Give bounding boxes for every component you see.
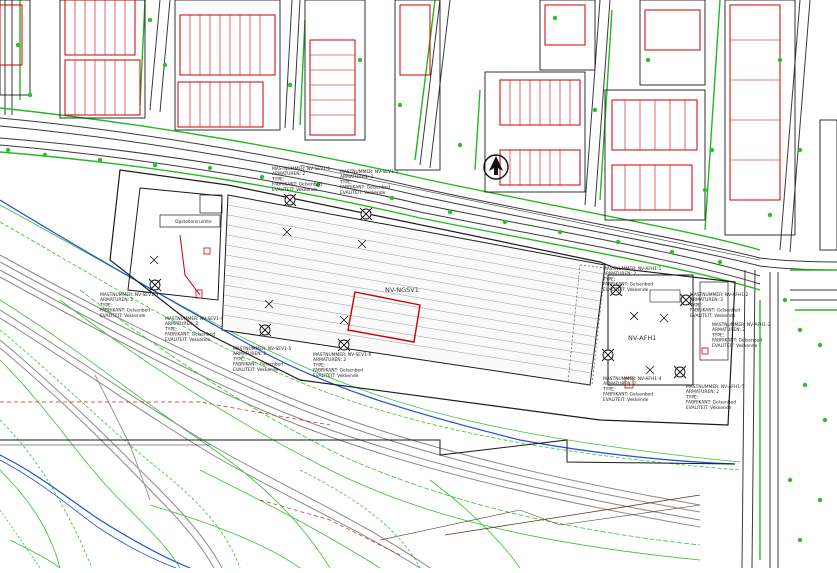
pole-icon xyxy=(673,365,687,379)
site-plan: Opstellersruimte NV-NGSV1 NV-AFH1 MASTNU… xyxy=(0,0,837,569)
cadastral-line xyxy=(0,401,401,556)
pole-annotation-line: EVALITEIT: Vekkende xyxy=(686,405,732,411)
pole-annotation-line: ARMATUREN: 2 xyxy=(690,297,723,303)
pole-icon xyxy=(283,193,297,207)
pole-annotation-line: EVALITEIT: Vekkende xyxy=(313,373,359,379)
pole-annotation-line: ARMATUREN: 2 xyxy=(165,321,198,327)
pole-annotation-nv-sev1-2: MASTNUMMER: NV-SEV1-2 ARMATUREN: 2 TYPE: FA… xyxy=(339,169,398,196)
pole-annotation-line: ARMATUREN: 2 xyxy=(603,381,636,387)
pole-annotation-line: TYPE: xyxy=(164,326,177,332)
pole-annotation-line: EVALITEIT: Vekkende xyxy=(603,287,649,293)
pole-annotation-line: FABRIKANT: Gelsenbed xyxy=(313,368,363,374)
pole-annotation-line: EVALITEIT: Vekkende xyxy=(100,313,146,319)
map-canvas[interactable]: Opstellersruimte NV-NGSV1 NV-AFH1 MASTNU… xyxy=(0,0,837,569)
pole-annotation-line: ARMATUREN: 2 xyxy=(100,297,133,303)
pole-annotation-line: ARMATUREN: 2 xyxy=(272,171,305,177)
pole-annotation-line: MASTNUMMER: NV-AFH1-4 xyxy=(603,376,662,382)
pole-annotation-line: TYPE: xyxy=(339,179,352,185)
pole-annotation-line: MASTNUMMER: NV-SEV1-3 xyxy=(100,292,158,298)
pole-annotation-line: EVALITEIT: Vekkende xyxy=(233,367,279,373)
pole-annotation-line: MASTNUMMER: NV-AFH1-1 xyxy=(603,266,662,272)
pole-annotation-line: FABRIKANT: Gelsenbed xyxy=(603,392,653,398)
pole-icon xyxy=(148,278,162,292)
pole-annotation-line: EVALITEIT: Vekkende xyxy=(340,190,386,196)
pole-annotation-nv-afh1-3: MASTNUMMER: NV-AFH1-3 ARMATUREN: 2 TYPE: FA… xyxy=(711,322,771,349)
pole-annotation-line: MASTNUMMER: NV-SEV1-1 xyxy=(272,166,330,172)
pole-annotation-line: MASTNUMMER: NV-SEV1-2 xyxy=(340,169,398,175)
pole-annotation-line: ARMATUREN: 2 xyxy=(340,174,373,180)
pole-icon xyxy=(359,207,373,221)
pole-annotation-line: MASTNUMMER: NV-AFH1-2 xyxy=(690,292,749,298)
pole-annotation-line: TYPE: xyxy=(312,362,325,368)
pole-annotation-nv-afh1-5: MASTNUMMER: NV-AFH1-5 ARMATUREN: 2 TYPE: FA… xyxy=(685,384,745,411)
pole-annotation-line: FABRIKANT: Gelsenbed xyxy=(100,308,150,314)
pole-annotation-line: MASTNUMMER: NV-SEV1-4 xyxy=(165,316,223,322)
pole-annotation-line: FABRIKANT: Gelsenbed xyxy=(165,332,215,338)
pole-annotation-line: MASTNUMMER: NV-SEV1-5 xyxy=(233,346,291,352)
pole-annotation-line: ARMATUREN: 2 xyxy=(686,389,719,395)
pole-annotation-line: TYPE: xyxy=(685,394,698,400)
pole-annotation-line: EVALITEIT: Vekkende xyxy=(690,313,736,319)
pole-annotation-line: EVALITEIT: Vekkende xyxy=(272,187,318,193)
pole-annotation-line: TYPE: xyxy=(99,302,112,308)
pole-annotation-line: TYPE: xyxy=(602,386,615,392)
pole-annotation-line: FABRIKANT: Gelsenbed xyxy=(686,400,736,406)
pole-annotation-line: EVALITEIT: Vekkende xyxy=(165,337,211,343)
station-site: Opstellersruimte NV-NGSV1 NV-AFH1 xyxy=(109,169,736,426)
pole-annotation-nv-afh1-1: MASTNUMMER: NV-AFH1-1 ARMATUREN: 2 TYPE: FA… xyxy=(602,266,662,293)
pole-annotation-line: EVALITEIT: Vekkende xyxy=(712,343,758,349)
pole-icon xyxy=(258,323,272,337)
pole-annotation-line: EVALITEIT: Vekkende xyxy=(603,397,649,403)
pole-annotation-line: MASTNUMMER: NV-AFH1-5 xyxy=(686,384,745,390)
pole-annotation-nv-sev1-3: MASTNUMMER: NV-SEV1-3 ARMATUREN: 2 TYPE: FA… xyxy=(99,292,158,319)
pole-annotation-nv-sev1-6: MASTNUMMER: NV-SEV1-6 ARMATUREN: 2 TYPE: FA… xyxy=(312,352,371,379)
pole-annotation-line: FABRIKANT: Gelsenbed xyxy=(690,308,740,314)
pole-annotation-line: MASTNUMMER: NV-SEV1-6 xyxy=(313,352,371,358)
pole-annotation-line: FABRIKANT: Gelsenbed xyxy=(272,182,322,188)
pole-icon xyxy=(337,338,351,352)
pole-annotation-line: TYPE: xyxy=(232,356,245,362)
pole-annotation-nv-afh1-2: MASTNUMMER: NV-AFH1-2 ARMATUREN: 2 TYPE: FA… xyxy=(689,292,749,319)
lot-outlines xyxy=(0,0,781,211)
pole-annotation-line: FABRIKANT: Gelsenbed xyxy=(712,338,762,344)
pole-annotation-nv-sev1-4: MASTNUMMER: NV-SEV1-4 ARMATUREN: 2 TYPE: FA… xyxy=(164,316,223,343)
pole-annotation-line: ARMATUREN: 2 xyxy=(313,357,346,363)
pole-annotation-line: MASTNUMMER: NV-AFH1-3 xyxy=(712,322,771,328)
pole-annotation-line: TYPE: xyxy=(711,332,724,338)
pole-annotation-line: ARMATUREN: 2 xyxy=(233,351,266,357)
pole-annotation-line: ARMATUREN: 2 xyxy=(712,327,745,333)
north-arrow-icon xyxy=(483,154,509,180)
pole-annotation-line: FABRIKANT: Gelsenbed xyxy=(233,362,283,368)
pole-annotation-nv-sev1-5: MASTNUMMER: NV-SEV1-5 ARMATUREN: 2 TYPE: FA… xyxy=(232,346,291,373)
pole-annotation-line: FABRIKANT: Gelsenbed xyxy=(603,282,653,288)
pole-annotation-line: TYPE: xyxy=(271,176,284,182)
pole-annotation-line: FABRIKANT: Gelsenbed xyxy=(340,185,390,191)
pole-annotation-nv-afh1-4: MASTNUMMER: NV-AFH1-4 ARMATUREN: 2 TYPE: FA… xyxy=(602,376,662,403)
room-label: Opstellersruimte xyxy=(175,219,212,225)
pole-icon xyxy=(601,348,615,362)
area-label-main: NV-NGSV1 xyxy=(385,286,419,294)
area-label-east: NV-AFH1 xyxy=(628,334,656,342)
pole-annotation-line: ARMATUREN: 2 xyxy=(603,271,636,277)
pole-annotation-line: TYPE: xyxy=(689,302,702,308)
pole-annotation-line: TYPE: xyxy=(602,276,615,282)
